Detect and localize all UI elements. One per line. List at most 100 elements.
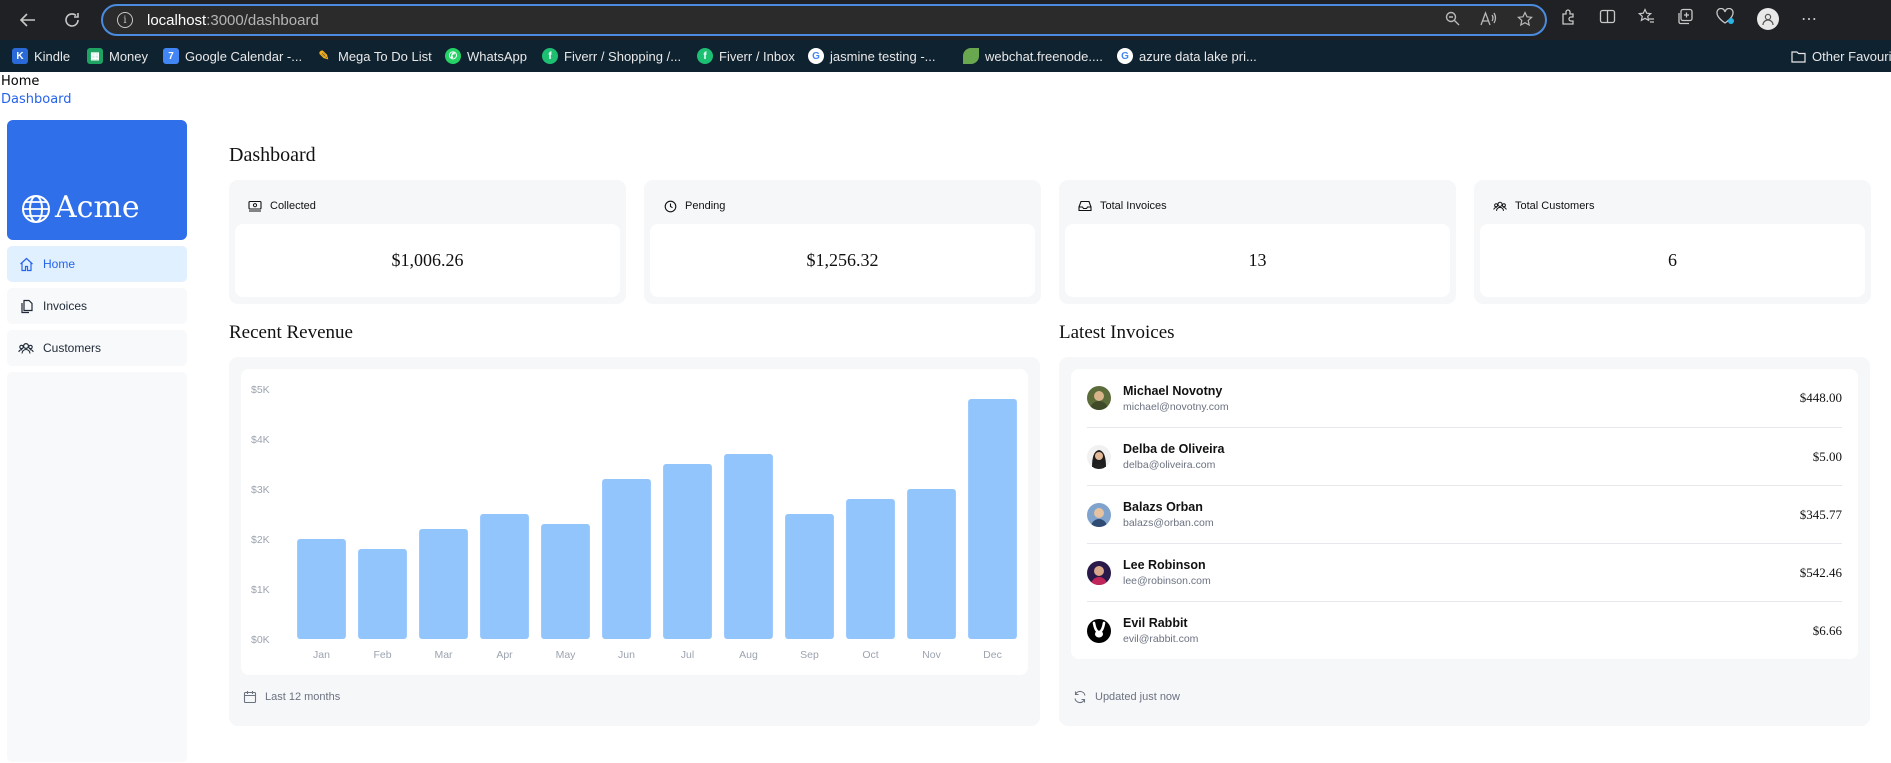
avatar	[1087, 560, 1111, 585]
y-tick-label: $1K	[251, 584, 270, 596]
banknotes-icon	[248, 199, 262, 213]
bookmark-label: Fiverr / Inbox	[719, 48, 795, 64]
other-favourites-label: Other Favouri	[1812, 48, 1891, 64]
x-tick-label: Mar	[434, 649, 453, 661]
bookmark-label: Google Calendar -...	[185, 48, 303, 64]
y-tick-label: $5K	[251, 384, 270, 396]
url-path: :3000/dashboard	[206, 11, 319, 29]
customer-name: Balazs Orban	[1123, 500, 1203, 514]
revenue-bar-feb[interactable]	[358, 549, 407, 639]
bookmark-label: Mega To Do List	[338, 48, 432, 64]
bookmark-label: Fiverr / Shopping /...	[564, 48, 682, 64]
revenue-bar-jun[interactable]	[602, 479, 651, 639]
breadcrumb-dashboard[interactable]: Dashboard	[1, 92, 72, 107]
x-tick-label: Nov	[922, 649, 941, 661]
revenue-bar-oct[interactable]	[846, 499, 895, 639]
profile-avatar-icon[interactable]	[1757, 8, 1779, 30]
freenode-icon	[963, 48, 979, 64]
url-host: localhost	[147, 11, 207, 29]
revenue-bar-may[interactable]	[541, 524, 590, 639]
bookmark-fiverr-shopping[interactable]: f Fiverr / Shopping /...	[542, 40, 681, 72]
revenue-bar-dec[interactable]	[968, 399, 1017, 639]
sidebar-item-invoices[interactable]: Invoices	[7, 288, 187, 324]
bookmark-money[interactable]: ▦ Money	[87, 40, 148, 72]
revenue-chart: $0K $1K $2K $3K $4K $5K Jan Feb Mar Apr May Jun Jul A…	[241, 369, 1028, 675]
bookmark-google-calendar[interactable]: 7 Google Calendar -...	[163, 40, 302, 72]
reload-icon[interactable]	[58, 6, 86, 34]
customer-name: Lee Robinson	[1123, 558, 1206, 572]
revenue-footer-label: Last 12 months	[265, 691, 341, 703]
bookmark-webchat-freenode[interactable]: webchat.freenode....	[963, 40, 1103, 72]
revenue-bar-sep[interactable]	[785, 514, 834, 639]
browser-toolbar: i localhost:3000/dashboard ⋯	[0, 0, 1891, 40]
card-title: Total Invoices	[1100, 200, 1167, 212]
acme-logo[interactable]: Acme	[7, 120, 187, 240]
sidebar-item-label: Invoices	[43, 299, 88, 313]
favorites-icon[interactable]	[1637, 8, 1655, 30]
revenue-bar-aug[interactable]	[724, 454, 773, 639]
customer-email: lee@robinson.com	[1123, 575, 1211, 587]
invoice-amount: $345.77	[1799, 506, 1842, 522]
bookmark-jasmine-testing[interactable]: Gjasmine testing -...	[808, 40, 936, 72]
invoices-footer: Updated just now	[1073, 690, 1180, 704]
sidebar-item-label: Home	[43, 257, 76, 271]
y-tick-label: $3K	[251, 484, 270, 496]
other-favourites-folder[interactable]: Other Favouri	[1790, 40, 1891, 72]
customer-name: Evil Rabbit	[1123, 616, 1188, 630]
revenue-bar-jul[interactable]	[663, 464, 712, 639]
revenue-footer: Last 12 months	[243, 690, 340, 704]
card-title: Total Customers	[1515, 200, 1595, 212]
avatar	[1087, 386, 1111, 410]
revenue-bar-mar[interactable]	[419, 529, 468, 639]
sidebar-item-customers[interactable]: Customers	[7, 330, 187, 366]
card-value: $1,256.32	[650, 224, 1035, 297]
url-text[interactable]: localhost:3000/dashboard	[147, 12, 319, 29]
customer-name: Delba de Oliveira	[1123, 442, 1225, 456]
site-info-icon[interactable]: i	[117, 12, 133, 28]
back-arrow-icon[interactable]	[14, 6, 42, 34]
bookmark-mega-todo[interactable]: ✎ Mega To Do List	[316, 40, 432, 72]
sidebar-item-home[interactable]: Home	[7, 246, 187, 282]
invoice-row[interactable]: Michael Novotny michael@novotny.com $448.…	[1087, 369, 1842, 427]
bookmark-label: jasmine testing -...	[830, 48, 936, 64]
avatar	[1087, 444, 1111, 469]
y-tick-label: $0K	[251, 634, 270, 646]
revenue-bar-nov[interactable]	[907, 489, 956, 639]
sidebar-item-label: Customers	[43, 341, 102, 355]
x-tick-label: Dec	[983, 649, 1002, 661]
bookmark-azure-data-lake[interactable]: Gazure data lake pri...	[1117, 40, 1257, 72]
zoom-icon[interactable]	[1445, 11, 1460, 31]
sheets-icon: ▦	[87, 48, 103, 64]
extensions-icon[interactable]	[1560, 8, 1577, 30]
bookmark-fiverr-inbox[interactable]: f Fiverr / Inbox	[697, 40, 795, 72]
invoice-row[interactable]: Delba de Oliveira delba@oliveira.com $5.0…	[1087, 427, 1842, 485]
more-menu-icon[interactable]: ⋯	[1801, 9, 1818, 29]
todo-icon: ✎	[318, 48, 330, 63]
breadcrumb-home[interactable]: Home	[1, 74, 39, 89]
bookmark-whatsapp[interactable]: ✆ WhatsApp	[445, 40, 527, 72]
customer-name: Michael Novotny	[1123, 383, 1223, 398]
bookmark-kindle[interactable]: K Kindle	[12, 40, 70, 72]
bookmark-label: azure data lake pri...	[1139, 48, 1257, 64]
collections-icon[interactable]	[1677, 8, 1694, 30]
favorite-star-icon[interactable]	[1517, 11, 1533, 31]
invoice-row[interactable]: Balazs Orban balazs@orban.com $345.77	[1087, 485, 1842, 543]
invoice-amount: $542.46	[1799, 564, 1842, 580]
revenue-bar-apr[interactable]	[480, 514, 529, 639]
bookmark-label: Money	[109, 48, 149, 64]
bookmark-label: webchat.freenode....	[985, 48, 1103, 64]
x-tick-label: Feb	[373, 649, 391, 661]
invoice-row[interactable]: Lee Robinson lee@robinson.com $542.46	[1087, 543, 1842, 601]
card-total-invoices: Total Invoices 13	[1059, 180, 1456, 304]
calendar-icon: 7	[163, 48, 179, 64]
invoice-amount: $5.00	[1812, 448, 1842, 464]
address-bar[interactable]: i localhost:3000/dashboard	[101, 4, 1547, 36]
split-screen-icon[interactable]	[1599, 8, 1616, 30]
revenue-bar-jan[interactable]	[297, 539, 346, 639]
card-title: Pending	[685, 200, 726, 212]
read-aloud-icon[interactable]	[1480, 11, 1497, 31]
home-icon	[18, 256, 34, 272]
invoice-row[interactable]: Evil Rabbit evil@rabbit.com $6.66	[1087, 601, 1842, 659]
browser-essentials-icon[interactable]	[1716, 7, 1735, 30]
google-icon: G	[808, 48, 824, 64]
